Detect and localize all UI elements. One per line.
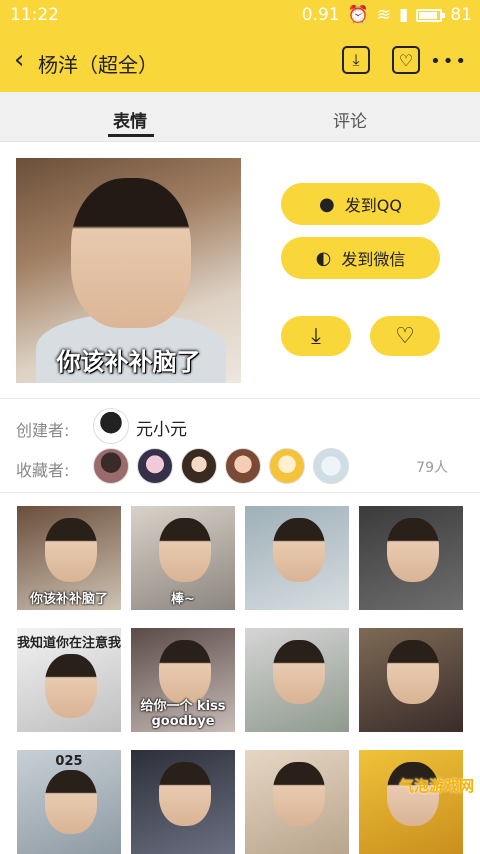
watermark-logo: 气泡游戏网: [399, 775, 474, 796]
collector-count: 79人: [416, 457, 448, 477]
favorite-box-icon[interactable]: ♡: [392, 46, 420, 74]
collector-avatar[interactable]: [269, 448, 305, 484]
sticker-thumb[interactable]: [359, 506, 463, 610]
sticker-thumb[interactable]: [245, 506, 349, 610]
sticker-thumb[interactable]: [359, 628, 463, 732]
sticker-thumb[interactable]: 棒~: [131, 506, 235, 610]
tab-stickers[interactable]: 表情: [113, 107, 147, 132]
sticker-thumb[interactable]: [245, 750, 349, 854]
more-button[interactable]: •••: [430, 51, 468, 72]
app-bar: ‹ 杨洋（超全） ⤓ ♡ •••: [0, 32, 480, 92]
signal-icon: ▮: [399, 5, 408, 25]
sticker-thumb[interactable]: 我知道你在注意我: [17, 628, 121, 732]
send-wechat-button[interactable]: ◐ 发到微信: [281, 237, 440, 279]
send-qq-label: 发到QQ: [345, 192, 402, 216]
sticker-thumb[interactable]: [359, 750, 463, 854]
page-title: 杨洋（超全）: [38, 49, 158, 78]
sticker-thumb[interactable]: 给你一个 kiss goodbye: [131, 628, 235, 732]
wifi-icon: ≋: [377, 5, 391, 25]
collector-avatar[interactable]: [137, 448, 173, 484]
wechat-icon: ◐: [316, 248, 332, 269]
send-qq-button[interactable]: ● 发到QQ: [281, 183, 440, 225]
send-wechat-label: 发到微信: [341, 246, 405, 270]
battery-icon: [416, 9, 442, 22]
creator-avatar[interactable]: [93, 408, 129, 444]
collector-avatar[interactable]: [313, 448, 349, 484]
sticker-preview[interactable]: 你该补补脑了: [16, 158, 241, 383]
download-button[interactable]: ⤓: [281, 316, 351, 356]
sticker-thumb[interactable]: [131, 750, 235, 854]
heart-icon: ♡: [395, 324, 415, 349]
sticker-thumb[interactable]: [245, 628, 349, 732]
divider: [0, 398, 480, 399]
download-icon: ⤓: [311, 324, 321, 349]
creator-name[interactable]: 元小元: [136, 415, 187, 440]
tab-indicator: [108, 134, 154, 137]
status-bar: 11:22 0.91 ⏰ ≋ ▮ 81: [0, 0, 480, 32]
tab-bar: 表情 评论: [0, 92, 480, 142]
collector-avatar[interactable]: [225, 448, 261, 484]
creator-label: 创建者:: [16, 417, 69, 441]
sticker-thumb[interactable]: 025: [17, 750, 121, 854]
network-speed: 0.91: [302, 5, 340, 25]
battery-level: 81: [450, 5, 472, 25]
sticker-caption: 你该补补脑了: [16, 342, 241, 377]
qq-icon: ●: [319, 194, 335, 215]
like-button[interactable]: ♡: [370, 316, 440, 356]
back-button[interactable]: ‹: [14, 47, 24, 73]
collectors-label: 收藏者:: [16, 457, 69, 481]
divider: [0, 492, 480, 493]
collector-avatar[interactable]: [181, 448, 217, 484]
sticker-thumb[interactable]: 你该补补脑了: [17, 506, 121, 610]
alarm-icon: ⏰: [348, 5, 369, 25]
collector-avatar[interactable]: [93, 448, 129, 484]
download-icon[interactable]: ⤓: [342, 46, 370, 74]
tab-comments[interactable]: 评论: [333, 107, 367, 132]
status-time: 11:22: [10, 5, 59, 25]
status-icons: 0.91 ⏰ ≋ ▮ 81: [302, 5, 472, 25]
